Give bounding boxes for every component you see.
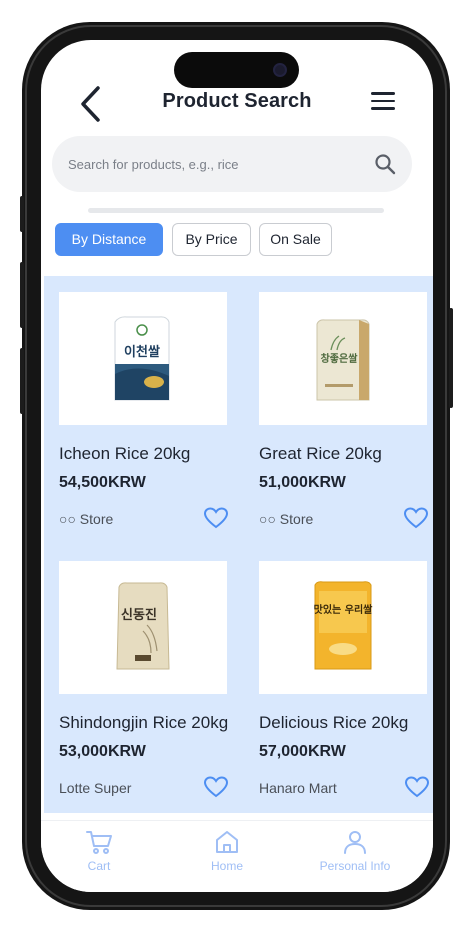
search-input[interactable]: [68, 136, 358, 192]
product-price: 54,500KRW: [59, 474, 146, 491]
heart-icon[interactable]: [404, 775, 430, 799]
nav-cart-label: Cart: [87, 859, 111, 873]
bag-label: 맛있는 우리쌀: [314, 603, 373, 616]
menu-button[interactable]: [371, 92, 395, 114]
store-name: ○○ Store: [259, 511, 314, 527]
heart-icon[interactable]: [203, 506, 229, 530]
heart-icon[interactable]: [403, 506, 429, 530]
dynamic-island: [174, 52, 299, 88]
home-icon: [216, 831, 238, 853]
back-button[interactable]: [77, 84, 105, 124]
chevron-left-icon: [81, 86, 100, 122]
filter-by-distance[interactable]: By Distance: [55, 223, 163, 256]
product-image[interactable]: 창좋은쌀: [259, 292, 427, 425]
store-name: ○○ Store: [59, 511, 114, 527]
filter-by-price[interactable]: By Price: [172, 223, 251, 256]
horizontal-scrollbar[interactable]: [88, 208, 384, 213]
nav-cart[interactable]: Cart: [44, 829, 154, 873]
product-image[interactable]: 맛있는 우리쌀: [259, 561, 427, 694]
search-bar: [52, 136, 412, 192]
bag-label: 이천쌀: [124, 344, 160, 360]
product-price: 53,000KRW: [59, 743, 146, 760]
nav-personal-info[interactable]: Personal Info: [300, 829, 410, 873]
cart-icon: [86, 831, 112, 854]
page-title: Product Search: [162, 90, 312, 112]
nav-personal-info-label: Personal Info: [319, 859, 391, 873]
volume-button: [20, 262, 24, 328]
product-name[interactable]: Delicious Rice 20kg: [259, 713, 408, 733]
power-button: [449, 308, 453, 408]
nav-home[interactable]: Home: [172, 829, 282, 873]
filter-on-sale[interactable]: On Sale: [259, 223, 332, 256]
product-image[interactable]: 이천쌀: [59, 292, 227, 425]
product-image[interactable]: 신동진: [59, 561, 227, 694]
product-price: 57,000KRW: [259, 743, 346, 760]
store-name: Hanaro Mart: [259, 780, 337, 796]
app-screen: Product Search By Distance By Price On S…: [41, 40, 433, 892]
rice-bag-image: 이천쌀: [114, 316, 170, 401]
hamburger-icon: [371, 92, 395, 95]
nav-home-label: Home: [210, 859, 243, 873]
product-price: 51,000KRW: [259, 474, 346, 491]
store-name: Lotte Super: [59, 780, 132, 796]
search-icon[interactable]: [374, 153, 396, 175]
rice-bag-image: 맛있는 우리쌀: [314, 581, 373, 670]
product-name[interactable]: Shindongjin Rice 20kg: [59, 713, 228, 733]
volume-button: [20, 348, 24, 414]
camera-icon: [273, 63, 287, 77]
product-name[interactable]: Icheon Rice 20kg: [59, 444, 190, 464]
product-name[interactable]: Great Rice 20kg: [259, 444, 382, 464]
heart-icon[interactable]: [203, 775, 229, 799]
rice-bag-image: 신동진: [116, 582, 170, 670]
person-icon: [344, 831, 366, 854]
bag-label: 창좋은쌀: [321, 352, 359, 365]
product-grid: 이천쌀 Icheon Rice 20kg 54,500KRW ○○ Store …: [44, 276, 433, 813]
bottom-nav: Cart Home Personal Info: [41, 820, 433, 892]
bag-label: 신동진: [121, 607, 157, 623]
volume-button: [20, 196, 24, 232]
rice-bag-image: 창좋은쌀: [316, 319, 370, 401]
